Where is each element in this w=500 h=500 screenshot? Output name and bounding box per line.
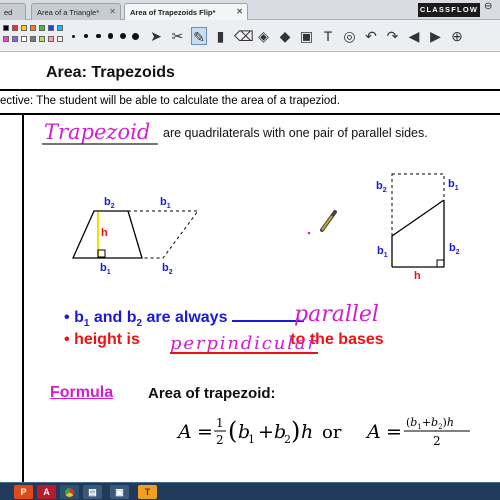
formula-title: Area of trapezoid: <box>148 385 276 402</box>
label-b2: b2 <box>376 180 387 194</box>
rotated-copy-dashed <box>127 210 199 259</box>
formula-part: ) <box>291 417 300 445</box>
file-explorer-icon[interactable]: ▤ <box>83 485 102 499</box>
bullet-dot: • <box>64 309 70 326</box>
label-h: h <box>414 270 421 282</box>
formula-part: 1 <box>216 416 224 430</box>
formula-link[interactable]: Formula <box>50 384 113 402</box>
label-b2: b2 <box>449 242 460 256</box>
bullet-dot: • <box>64 331 70 348</box>
bullet-text: are always <box>142 309 228 326</box>
right-angle-mark <box>97 249 106 258</box>
bullet-text: height is <box>74 331 140 348</box>
label-h: h <box>101 227 108 239</box>
label-b2: b2 <box>162 262 173 276</box>
bullet-bases-parallel: • b1 and b2 are always <box>64 308 304 329</box>
formula-part: + <box>258 421 274 443</box>
formula-part: 2 <box>284 433 291 446</box>
formula-part: = <box>386 421 402 443</box>
formula-part: ( <box>228 417 237 445</box>
formula-part: 2 <box>216 433 224 447</box>
trapezoid-diagonal <box>391 199 445 237</box>
handwritten-answer: parallel <box>294 302 379 327</box>
formula-part: (b1+b2)h <box>406 416 454 431</box>
rectangle-dashed <box>391 173 445 268</box>
taskbar: P A ▤ ▣ T <box>0 482 500 500</box>
area-formula: A = 1 2 ( b 1 + b 2 ) h or A = (b1+b2)h … <box>176 416 470 448</box>
formula-part: h <box>301 421 313 443</box>
pen-cursor-icon <box>307 210 337 235</box>
handwritten-perpendicular: perpindicular <box>170 333 317 354</box>
formula-part: A <box>365 421 381 443</box>
powerpoint-icon[interactable]: P <box>14 485 33 499</box>
handwritten-parallel: parallel <box>294 302 379 327</box>
formula-part: 2 <box>433 434 441 448</box>
formula-part: A <box>176 421 192 443</box>
access-icon[interactable]: A <box>37 485 56 499</box>
label-b2: b2 <box>104 196 115 210</box>
label-b1: b1 <box>100 262 111 276</box>
formula-part: 1 <box>248 433 255 446</box>
chrome-icon[interactable] <box>60 485 79 499</box>
trapezoid-diagrams: b2 b1 h b1 b2 b2 b1 b1 b2 h <box>71 173 460 282</box>
bullet-text: and b <box>89 309 137 326</box>
handwritten-answer: perpindicular <box>170 333 318 354</box>
formula-or: or <box>322 422 342 443</box>
label-b1: b1 <box>160 196 171 210</box>
activinspire-icon[interactable]: T <box>138 485 157 499</box>
label-b1: b1 <box>377 245 388 259</box>
formula-part: = <box>197 421 213 443</box>
bullet-text: b <box>74 309 84 326</box>
label-b1: b1 <box>448 178 459 192</box>
app-icon[interactable]: ▣ <box>110 485 129 499</box>
right-angle-mark <box>436 259 445 268</box>
